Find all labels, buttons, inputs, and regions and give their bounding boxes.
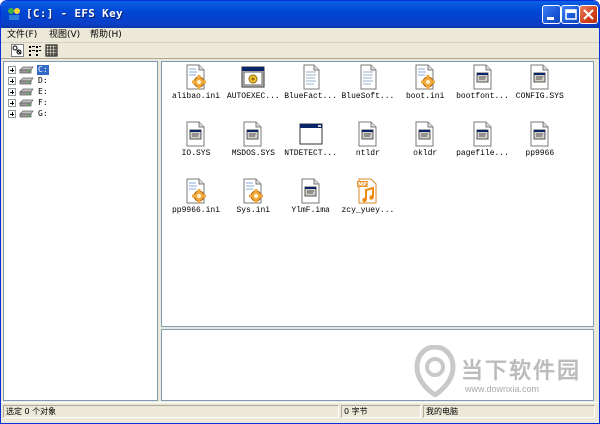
system-file-icon bbox=[241, 121, 265, 147]
find-button[interactable] bbox=[11, 44, 24, 57]
text-file-icon bbox=[299, 64, 323, 90]
tree-item-drive-d[interactable]: D: bbox=[8, 76, 68, 87]
file-item[interactable]: boot.ini bbox=[393, 64, 457, 114]
find-icon bbox=[12, 45, 22, 55]
drive-label: C: bbox=[37, 65, 49, 75]
file-item[interactable]: CONFIG.SYS bbox=[508, 64, 572, 114]
menu-help[interactable]: 帮助(H) bbox=[89, 29, 123, 42]
app-window-icon bbox=[299, 121, 323, 147]
expand-icon[interactable] bbox=[8, 77, 16, 85]
title-bar[interactable]: [C:] - EFS Key bbox=[1, 1, 599, 28]
drive-label: G: bbox=[38, 109, 48, 118]
drive-label: E: bbox=[38, 87, 48, 96]
status-selection: 选定 0 个对象 bbox=[3, 405, 339, 418]
menu-file[interactable]: 文件(F) bbox=[6, 29, 38, 42]
status-location: 我的电脑 bbox=[423, 405, 595, 418]
mp3-file-icon: MP3 bbox=[356, 178, 380, 204]
batch-file-icon bbox=[241, 64, 265, 90]
text-file-icon bbox=[356, 64, 380, 90]
file-item[interactable]: IO.SYS bbox=[164, 121, 228, 171]
file-item[interactable]: MSDOS.SYS bbox=[221, 121, 285, 171]
file-name-label: CONFIG.SYS bbox=[515, 92, 564, 101]
menu-bar: 文件(F) 视图(V) 帮助(H) bbox=[1, 28, 599, 43]
status-size: 0 字节 bbox=[341, 405, 421, 418]
system-file-icon bbox=[184, 121, 208, 147]
drive-label: F: bbox=[38, 98, 48, 107]
site-watermark: 当下软件园 www.downxia.com bbox=[413, 345, 591, 405]
system-file-icon bbox=[471, 121, 495, 147]
file-item[interactable]: BlueSoft... bbox=[336, 64, 400, 114]
file-item[interactable]: okldr bbox=[393, 121, 457, 171]
file-name-label: zcy_yuey... bbox=[341, 206, 395, 215]
tree-item-drive-c[interactable]: C: bbox=[8, 65, 68, 76]
settings-file-icon bbox=[413, 64, 437, 90]
settings-file-icon bbox=[241, 178, 265, 204]
close-button[interactable] bbox=[579, 5, 598, 24]
file-item[interactable]: ntldr bbox=[336, 121, 400, 171]
system-file-icon bbox=[299, 178, 323, 204]
detail-view-icon bbox=[45, 44, 58, 57]
minimize-button[interactable] bbox=[542, 5, 561, 24]
list-view-icon bbox=[29, 46, 41, 56]
system-file-icon bbox=[528, 64, 552, 90]
maximize-button[interactable] bbox=[561, 5, 580, 24]
drive-label: D: bbox=[38, 76, 48, 85]
window-title: [C:] - EFS Key bbox=[26, 7, 123, 20]
app-key-icon bbox=[8, 8, 20, 20]
system-file-icon bbox=[413, 121, 437, 147]
hard-drive-icon bbox=[19, 66, 34, 74]
close-icon bbox=[583, 9, 594, 20]
file-item[interactable]: BlueFact... bbox=[279, 64, 343, 114]
expand-icon[interactable] bbox=[8, 99, 16, 107]
file-item[interactable]: AUTOEXEC... bbox=[221, 64, 285, 114]
drive-tree[interactable]: C: D: E: F: G: bbox=[3, 61, 158, 401]
tree-item-drive-e[interactable]: E: bbox=[8, 87, 68, 98]
file-item[interactable]: pp9966.ini bbox=[164, 178, 228, 228]
settings-file-icon bbox=[184, 64, 208, 90]
svg-text:MP3: MP3 bbox=[358, 182, 371, 188]
file-item[interactable]: MP3 zcy_yuey... bbox=[336, 178, 400, 228]
tree-item-drive-g[interactable]: G: bbox=[8, 109, 68, 120]
settings-file-icon bbox=[184, 178, 208, 204]
list-view-button[interactable] bbox=[28, 44, 41, 57]
file-item[interactable]: Sys.ini bbox=[221, 178, 285, 228]
file-item[interactable]: pp9966 bbox=[508, 121, 572, 171]
system-file-icon bbox=[528, 121, 552, 147]
file-item[interactable]: pagefile... bbox=[451, 121, 515, 171]
system-file-icon bbox=[471, 64, 495, 90]
menu-view[interactable]: 视图(V) bbox=[48, 29, 81, 42]
status-bar: 选定 0 个对象 0 字节 我的电脑 bbox=[1, 402, 599, 423]
hard-drive-icon bbox=[19, 99, 34, 107]
expand-icon[interactable] bbox=[8, 88, 16, 96]
file-list[interactable]: alibao.ini AUTOEXEC... BlueFact... BlueSoft… bbox=[161, 61, 594, 327]
watermark-url: www.downxia.com bbox=[465, 384, 540, 394]
file-item[interactable]: YlmF.ima bbox=[279, 178, 343, 228]
hard-drive-icon bbox=[19, 110, 34, 118]
watermark-logo-icon bbox=[414, 345, 456, 397]
tree-item-drive-f[interactable]: F: bbox=[8, 98, 68, 109]
expand-icon[interactable] bbox=[8, 66, 16, 74]
toolbar bbox=[1, 43, 599, 59]
detail-view-button[interactable] bbox=[45, 44, 58, 57]
file-item[interactable]: alibao.ini bbox=[164, 64, 228, 114]
hard-drive-icon bbox=[19, 88, 34, 96]
minimize-icon bbox=[547, 17, 554, 20]
system-file-icon bbox=[356, 121, 380, 147]
expand-icon[interactable] bbox=[8, 110, 16, 118]
hard-drive-icon bbox=[19, 77, 34, 85]
file-item[interactable]: bootfont... bbox=[451, 64, 515, 114]
file-name-label: pp9966 bbox=[525, 149, 555, 158]
watermark-name: 当下软件园 bbox=[461, 359, 582, 384]
file-item[interactable]: NTDETECT... bbox=[279, 121, 343, 171]
